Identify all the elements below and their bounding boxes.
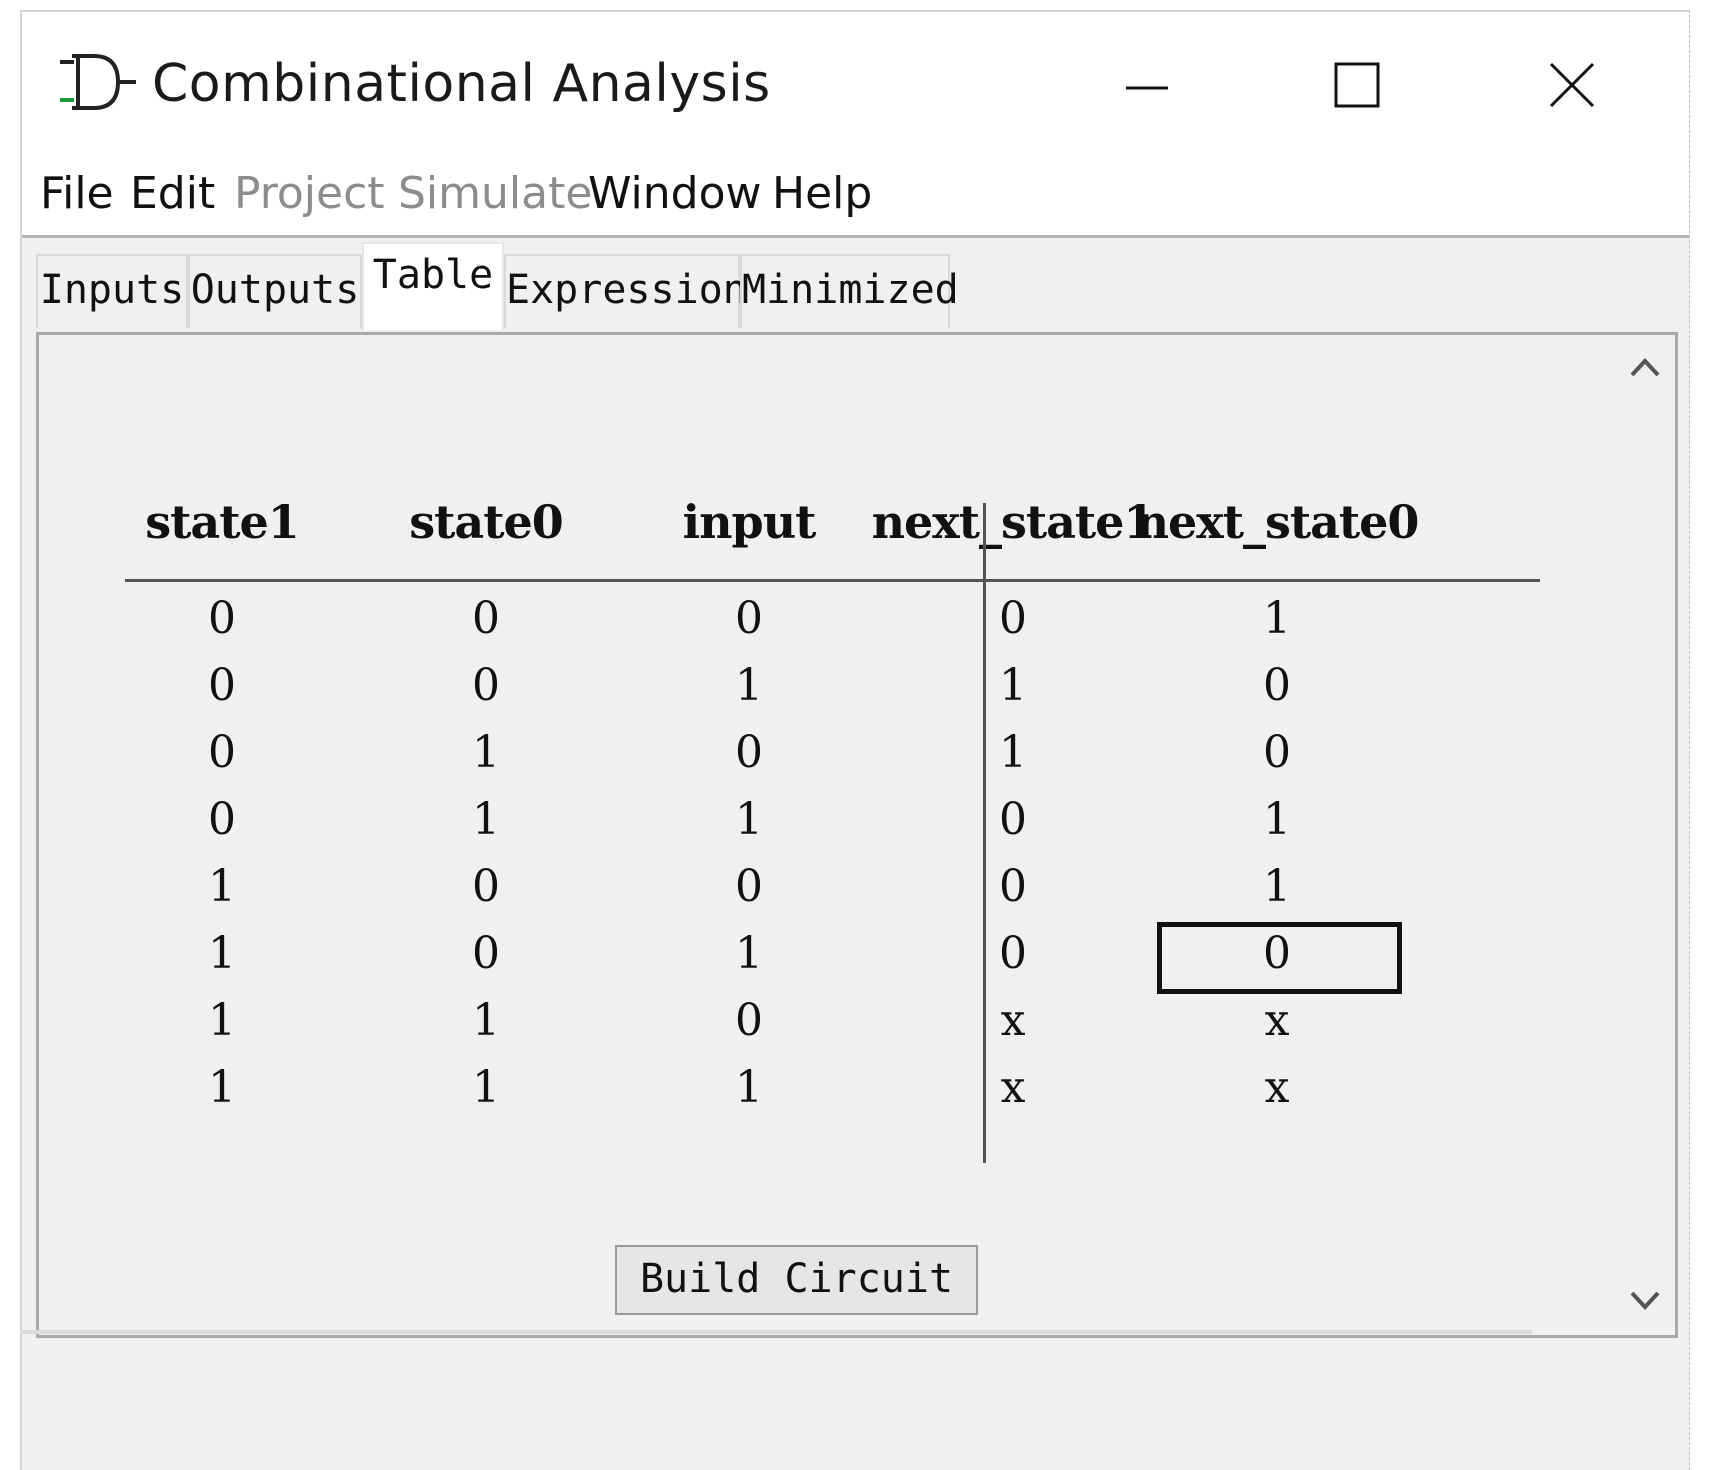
minimize-icon: [1126, 86, 1168, 90]
maximize-button[interactable]: [1322, 50, 1392, 120]
cell-state1: 0: [208, 727, 236, 778]
tab-outputs[interactable]: Outputs: [188, 254, 362, 328]
column-header-state0[interactable]: state0: [341, 495, 631, 549]
maximize-icon: [1334, 62, 1380, 108]
scroll-down-button[interactable]: [1624, 1285, 1666, 1317]
cell-input: 1: [735, 794, 763, 845]
selected-cell-next-state0[interactable]: 0: [1157, 922, 1402, 994]
menu-bar: File Edit Project Simulate Window Help: [22, 134, 1689, 238]
gate-icon: [60, 52, 140, 112]
minimize-button[interactable]: [1112, 50, 1182, 120]
cell-state1: 0: [208, 794, 236, 845]
scroll-up-button[interactable]: [1624, 351, 1666, 383]
cell-next-state1[interactable]: 0: [953, 593, 1073, 644]
cell-input: 1: [735, 1062, 763, 1113]
cell-state1: 1: [208, 995, 236, 1046]
table-row: 1 0 0 0 1: [39, 853, 1675, 927]
close-icon: [1549, 62, 1595, 108]
cell-next-state0[interactable]: 1: [1217, 593, 1337, 644]
chevron-up-icon: [1630, 358, 1660, 377]
menu-file[interactable]: File: [40, 168, 114, 219]
table-row: 1 1 0 x x: [39, 987, 1675, 1061]
tab-expression[interactable]: Expression: [504, 254, 747, 328]
build-circuit-button[interactable]: Build Circuit: [615, 1245, 978, 1315]
title-bar[interactable]: Combinational Analysis: [22, 12, 1689, 134]
table-row: 0 0 1 1 0: [39, 652, 1675, 726]
cell-state0: 0: [472, 593, 500, 644]
header-divider: [125, 579, 1540, 582]
cell-state0: 1: [472, 794, 500, 845]
cell-input: 0: [735, 861, 763, 912]
cell-state0: 0: [472, 861, 500, 912]
menu-edit[interactable]: Edit: [130, 168, 215, 219]
truth-table-panel: state1 state0 input next_state1 next_sta…: [36, 332, 1678, 1338]
menu-window[interactable]: Window: [588, 168, 762, 219]
combinational-analysis-window: Combinational Analysis File Edit Project…: [20, 10, 1690, 1470]
menu-project[interactable]: Project: [234, 168, 385, 219]
cell-state0: 1: [472, 1062, 500, 1113]
truth-table-header: state1 state0 input next_state1 next_sta…: [39, 475, 1675, 555]
cell-next-state0[interactable]: 1: [1217, 794, 1337, 845]
cell-input: 1: [735, 660, 763, 711]
cell-next-state1[interactable]: 0: [953, 794, 1073, 845]
table-row: 0 0 0 0 1: [39, 585, 1675, 659]
cell-next-state1[interactable]: 1: [953, 727, 1073, 778]
table-row: 1 0 1 0 0: [39, 920, 1675, 994]
cell-next-state1[interactable]: 0: [953, 928, 1073, 979]
cell-state0: 0: [472, 660, 500, 711]
cell-next-state1[interactable]: 1: [953, 660, 1073, 711]
cell-state1: 0: [208, 660, 236, 711]
column-header-state1[interactable]: state1: [77, 495, 367, 549]
close-button[interactable]: [1537, 50, 1607, 120]
cell-next-state1[interactable]: x: [953, 995, 1073, 1046]
menu-simulate[interactable]: Simulate: [398, 168, 592, 219]
cell-state1: 1: [208, 928, 236, 979]
tab-minimized[interactable]: Minimized: [740, 254, 959, 328]
tab-inputs[interactable]: Inputs: [36, 254, 188, 328]
window-bottom-edge: [20, 1330, 1532, 1334]
column-header-next-state0[interactable]: next_state0: [1132, 495, 1422, 549]
window-title: Combinational Analysis: [152, 54, 771, 114]
chevron-down-icon: [1630, 1291, 1660, 1310]
tab-table[interactable]: Table: [362, 242, 504, 330]
column-header-next-state1[interactable]: next_state1: [868, 495, 1158, 549]
cell-input: 0: [735, 995, 763, 1046]
cell-next-state0[interactable]: x: [1217, 995, 1337, 1046]
cell-input: 1: [735, 928, 763, 979]
cell-state1: 1: [208, 1062, 236, 1113]
menu-help[interactable]: Help: [772, 168, 872, 219]
cell-next-state0[interactable]: 1: [1217, 861, 1337, 912]
cell-input: 0: [735, 593, 763, 644]
cell-state0: 1: [472, 995, 500, 1046]
column-header-input[interactable]: input: [604, 495, 894, 549]
table-row: 0 1 1 0 1: [39, 786, 1675, 860]
cell-next-state1[interactable]: x: [953, 1062, 1073, 1113]
cell-next-state0[interactable]: x: [1217, 1062, 1337, 1113]
cell-next-state0[interactable]: 0: [1217, 660, 1337, 711]
table-row: 0 1 0 1 0: [39, 719, 1675, 793]
cell-state0: 0: [472, 928, 500, 979]
tab-strip: Inputs Outputs Table Expression Minimize…: [22, 238, 1689, 330]
cell-state1: 0: [208, 593, 236, 644]
cell-input: 0: [735, 727, 763, 778]
cell-next-state0[interactable]: 0: [1217, 727, 1337, 778]
cell-next-state1[interactable]: 0: [953, 861, 1073, 912]
table-row: 1 1 1 x x: [39, 1054, 1675, 1128]
cell-state1: 1: [208, 861, 236, 912]
cell-state0: 1: [472, 727, 500, 778]
